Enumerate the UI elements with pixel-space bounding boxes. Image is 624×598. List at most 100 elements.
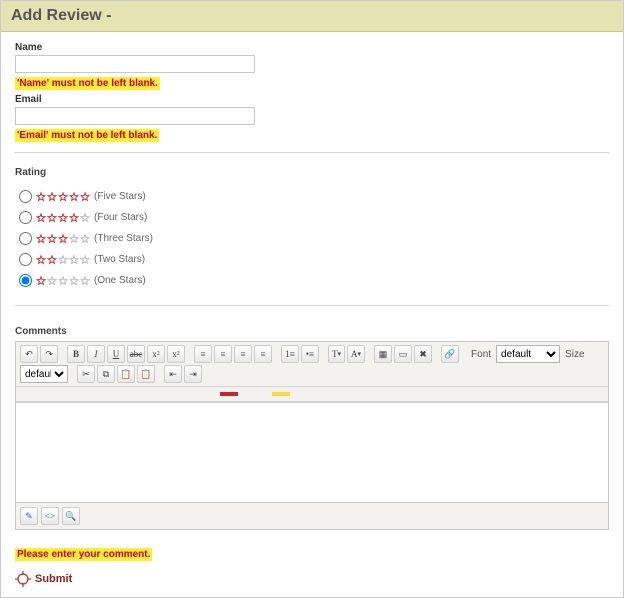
rating-option[interactable]: (Two Stars) xyxy=(19,253,609,266)
name-error: 'Name' must not be left blank. xyxy=(15,77,160,90)
star-empty-icon xyxy=(58,255,68,265)
rating-text: (One Stars) xyxy=(94,275,146,286)
star-filled-icon xyxy=(58,213,68,223)
outdent-icon[interactable]: ⇤ xyxy=(164,365,182,383)
align-center-icon[interactable]: ≡ xyxy=(214,345,232,363)
star-empty-icon xyxy=(69,276,79,286)
email-input[interactable] xyxy=(15,107,255,125)
italic-icon[interactable]: I xyxy=(87,345,105,363)
zoom-icon[interactable]: 🔍 xyxy=(62,507,80,525)
star-filled-icon xyxy=(36,192,46,202)
star-empty-icon xyxy=(80,234,90,244)
rating-text: (Two Stars) xyxy=(94,254,145,265)
rating-label: Rating xyxy=(15,167,609,178)
paste-text-icon[interactable]: 📋 xyxy=(137,365,155,383)
stars-2 xyxy=(36,255,90,265)
rating-option[interactable]: (Four Stars) xyxy=(19,211,609,224)
star-filled-icon xyxy=(36,213,46,223)
star-empty-icon xyxy=(80,213,90,223)
source-mode-icon[interactable]: <> xyxy=(41,507,59,525)
rating-radio[interactable] xyxy=(19,232,32,245)
star-filled-icon xyxy=(58,192,68,202)
font-select[interactable]: default xyxy=(496,345,560,363)
star-empty-icon xyxy=(47,276,57,286)
submit-label: Submit xyxy=(35,573,72,585)
font-label: Font xyxy=(468,349,494,360)
text-color-icon[interactable]: T▾ xyxy=(328,345,345,363)
cut-icon[interactable]: ✂ xyxy=(77,365,95,383)
rating-text: (Three Stars) xyxy=(94,233,153,244)
star-empty-icon xyxy=(80,255,90,265)
indent-icon[interactable]: ⇥ xyxy=(184,365,202,383)
subscript-icon[interactable]: x2 xyxy=(147,345,165,363)
align-right-icon[interactable]: ≡ xyxy=(234,345,252,363)
star-filled-icon xyxy=(36,234,46,244)
bg-color-icon[interactable]: A▾ xyxy=(347,345,365,363)
submit-button[interactable]: Submit xyxy=(15,571,609,587)
star-empty-icon xyxy=(80,276,90,286)
rating-group: (Five Stars) (Four Stars) (Three Stars) (Tw… xyxy=(15,190,609,287)
rating-option[interactable]: (Five Stars) xyxy=(19,190,609,203)
rating-text: (Five Stars) xyxy=(94,191,146,202)
link-icon[interactable]: 🔗 xyxy=(441,345,459,363)
rating-radio[interactable] xyxy=(19,253,32,266)
align-justify-icon[interactable]: ≡ xyxy=(254,345,272,363)
size-label: Size xyxy=(562,349,587,360)
remove-format-icon[interactable]: ✖ xyxy=(414,345,432,363)
star-filled-icon xyxy=(69,192,79,202)
color-swatch-red xyxy=(220,392,238,396)
email-error: 'Email' must not be left blank. xyxy=(15,129,159,142)
divider xyxy=(15,152,609,153)
name-input[interactable] xyxy=(15,55,255,73)
comments-label: Comments xyxy=(15,326,609,337)
star-filled-icon xyxy=(47,192,57,202)
star-empty-icon xyxy=(69,234,79,244)
rating-option[interactable]: (One Stars) xyxy=(19,274,609,287)
star-filled-icon xyxy=(80,192,90,202)
comments-error: Please enter your comment. xyxy=(15,548,152,561)
ordered-list-icon[interactable]: 1≡ xyxy=(281,345,299,363)
stars-1 xyxy=(36,276,90,286)
bold-icon[interactable]: B xyxy=(67,345,85,363)
rating-radio[interactable] xyxy=(19,190,32,203)
align-left-icon[interactable]: ≡ xyxy=(194,345,212,363)
edit-mode-icon[interactable]: ✎ xyxy=(20,507,38,525)
star-filled-icon xyxy=(58,234,68,244)
rich-text-editor: ↶ ↷ B I U abc x2 x2 ≡ ≡ ≡ ≡ 1≡ •≡ T▾ A▾ xyxy=(15,341,609,503)
comments-textarea[interactable] xyxy=(16,402,608,502)
rating-option[interactable]: (Three Stars) xyxy=(19,232,609,245)
rte-toolbar: ↶ ↷ B I U abc x2 x2 ≡ ≡ ≡ ≡ 1≡ •≡ T▾ A▾ xyxy=(16,342,608,387)
rte-toolbar-row2 xyxy=(16,387,608,402)
divider xyxy=(15,305,609,306)
undo-icon[interactable]: ↶ xyxy=(20,345,38,363)
star-empty-icon xyxy=(69,255,79,265)
color-swatch-yellow xyxy=(272,392,290,396)
image-icon[interactable]: ▭ xyxy=(394,345,412,363)
rte-bottom-toolbar: ✎ <> 🔍 xyxy=(15,503,609,530)
star-empty-icon xyxy=(58,276,68,286)
name-label: Name xyxy=(15,42,609,53)
star-filled-icon xyxy=(47,213,57,223)
target-icon xyxy=(15,571,31,587)
star-filled-icon xyxy=(47,234,57,244)
redo-icon[interactable]: ↷ xyxy=(40,345,58,363)
underline-icon[interactable]: U xyxy=(107,345,125,363)
rating-radio[interactable] xyxy=(19,274,32,287)
superscript-icon[interactable]: x2 xyxy=(167,345,185,363)
rating-radio[interactable] xyxy=(19,211,32,224)
star-filled-icon xyxy=(69,213,79,223)
strike-icon[interactable]: abc xyxy=(127,345,145,363)
table-icon[interactable]: ▦ xyxy=(374,345,392,363)
unordered-list-icon[interactable]: •≡ xyxy=(301,345,319,363)
page-header: Add Review - xyxy=(1,1,623,32)
copy-icon[interactable]: ⧉ xyxy=(97,365,115,383)
stars-5 xyxy=(36,192,90,202)
star-filled-icon xyxy=(36,276,46,286)
size-select[interactable]: default xyxy=(20,365,68,383)
email-label: Email xyxy=(15,94,609,105)
stars-4 xyxy=(36,213,90,223)
star-filled-icon xyxy=(36,255,46,265)
rating-text: (Four Stars) xyxy=(94,212,147,223)
page-title: Add Review - xyxy=(11,7,613,25)
paste-icon[interactable]: 📋 xyxy=(117,365,135,383)
